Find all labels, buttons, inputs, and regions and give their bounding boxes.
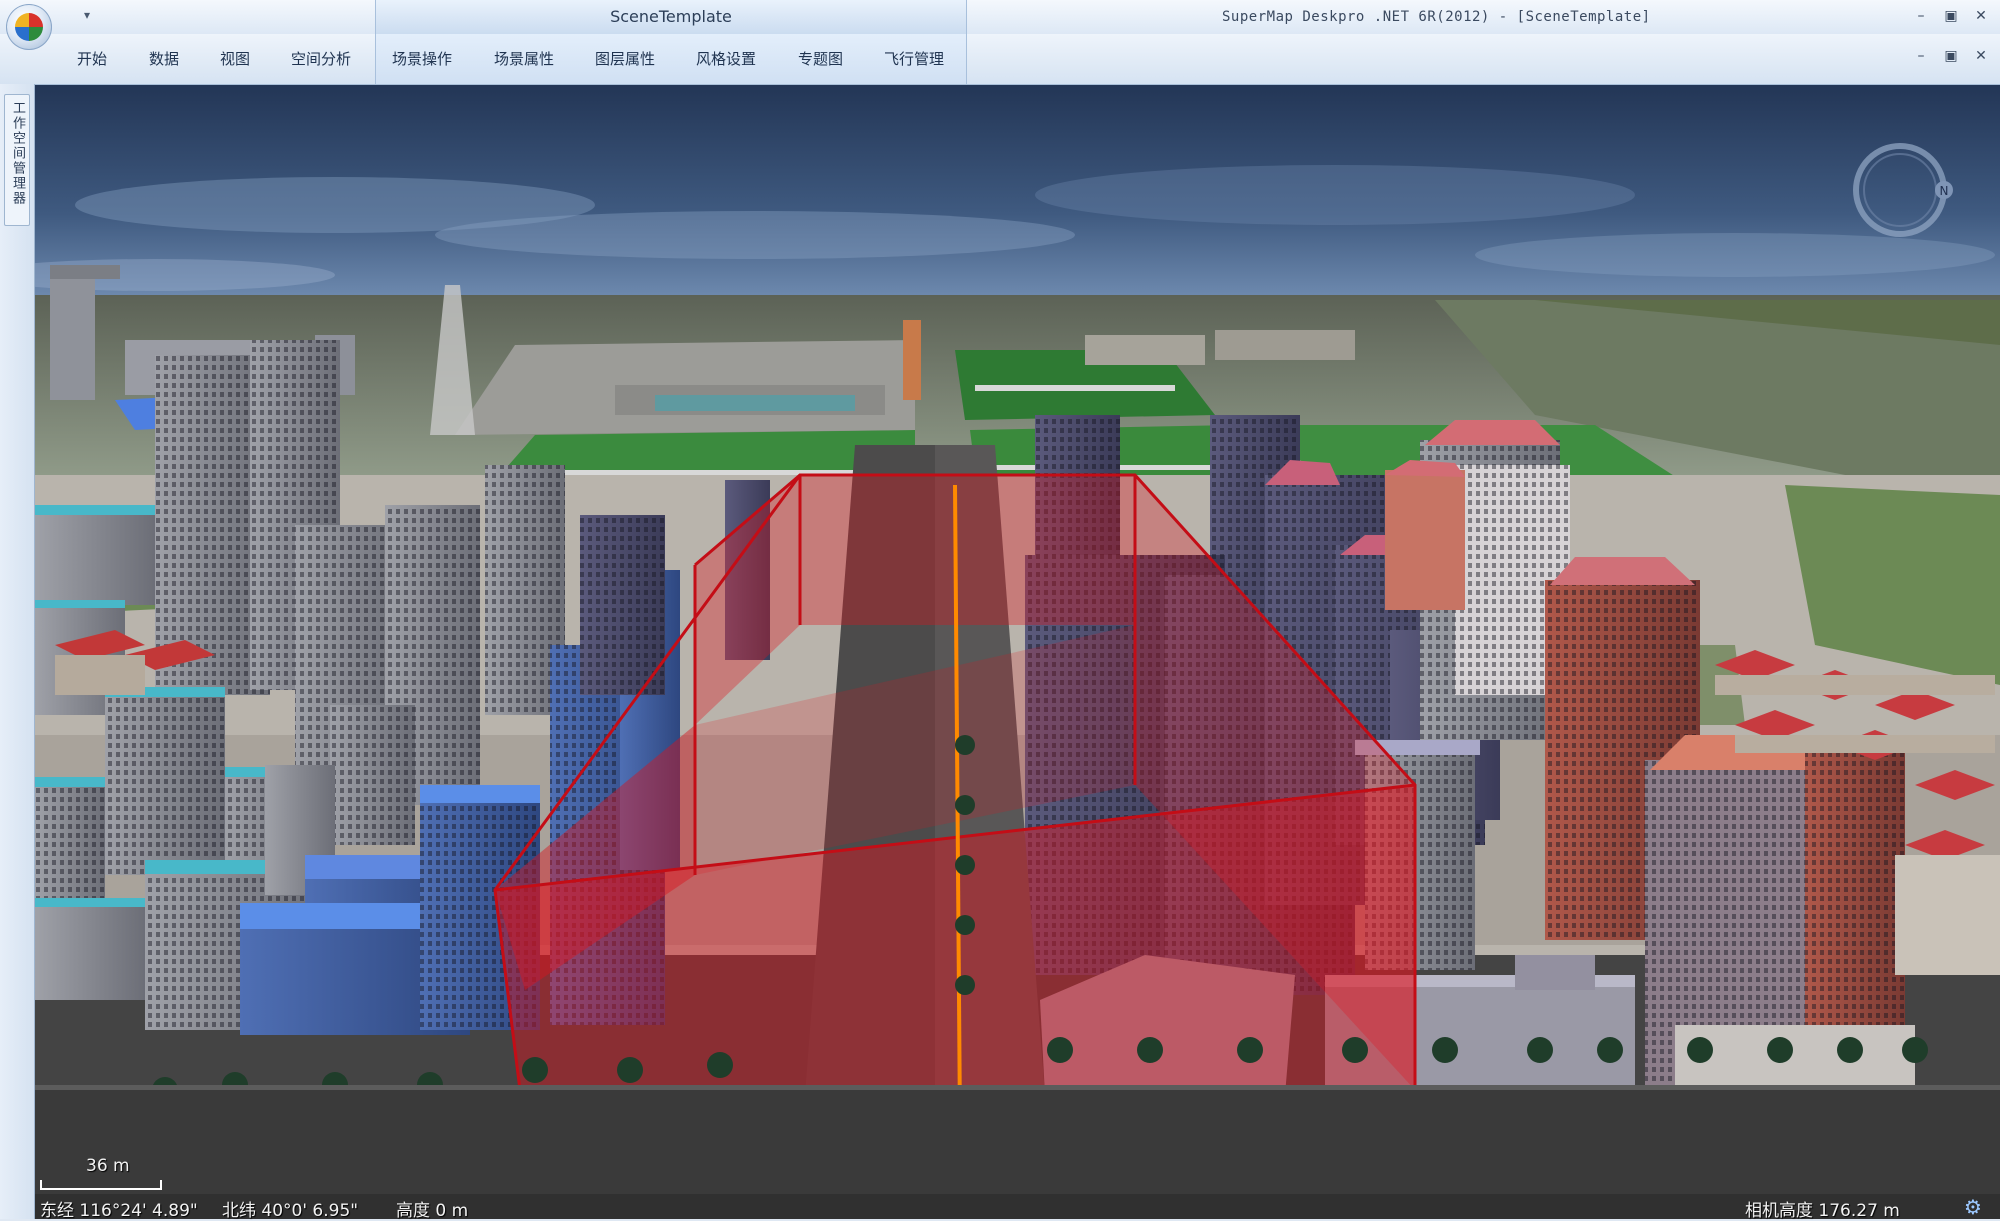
minimize-button[interactable]: – [1908,4,1934,28]
title-bar [0,0,2000,34]
compass-icon[interactable]: N [1848,128,1958,248]
scene-context-tab-group [375,34,967,84]
supermap-logo-icon [15,13,43,41]
doc-close-button[interactable]: ✕ [1968,44,1994,68]
close-button[interactable]: ✕ [1968,4,1994,28]
longitude-readout: 东经 116°24' 4.89" [40,1201,198,1221]
tab-flight-management[interactable]: 飞行管理 [884,34,944,84]
workspace-manager-tab[interactable]: 工作空间管理器 [4,94,30,226]
workspace-sidebar: 工作空间管理器 [0,84,35,1219]
compass-north-label: N [1940,184,1949,198]
restore-button[interactable]: ▣ [1938,4,1964,28]
workspace-manager-label: 工作空间管理器 [10,101,25,206]
camera-altitude-readout: 相机高度 176.27 m [1745,1201,1900,1221]
tab-scene-operation[interactable]: 场景操作 [392,34,452,84]
tab-scene-properties[interactable]: 场景属性 [494,34,554,84]
scale-bar [40,1180,162,1190]
tab-spatial-analysis[interactable]: 空间分析 [291,34,351,84]
tab-layer-properties[interactable]: 图层属性 [595,34,655,84]
scene-render [35,85,2000,1219]
latitude-readout: 北纬 40°0' 6.95" [222,1201,359,1221]
quick-access-dropdown[interactable]: ▾ [84,8,90,22]
app-menu-button[interactable] [6,4,52,50]
tab-start[interactable]: 开始 [77,34,107,84]
doc-restore-button[interactable]: ▣ [1938,44,1964,68]
document-title: SceneTemplate [375,0,967,34]
altitude-readout: 高度 0 m [396,1201,469,1221]
scene-viewport[interactable]: N [35,85,2000,1219]
tab-view[interactable]: 视图 [220,34,250,84]
tab-data[interactable]: 数据 [149,34,179,84]
tab-thematic-map[interactable]: 专题图 [798,34,843,84]
scale-label: 36 m [86,1156,130,1176]
tab-style-settings[interactable]: 风格设置 [696,34,756,84]
doc-minimize-button[interactable]: – [1908,44,1934,68]
window-title: SuperMap Deskpro .NET 6R(2012) - [SceneT… [1222,9,1651,25]
gear-icon[interactable]: ⚙ [1962,1196,1984,1218]
